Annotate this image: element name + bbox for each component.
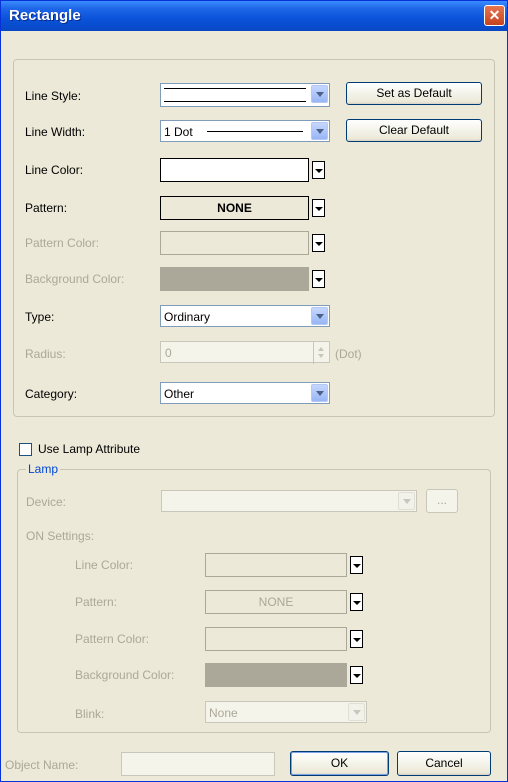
line-width-value: 1 Dot — [164, 125, 193, 139]
type-label: Type: — [25, 310, 55, 324]
chevron-down-icon[interactable] — [311, 85, 328, 103]
lamp-pattern-color-label: Pattern Color: — [75, 632, 150, 646]
chevron-down-icon[interactable] — [311, 122, 328, 140]
line-width-label: Line Width: — [25, 125, 86, 139]
chevron-down-icon[interactable] — [398, 492, 415, 510]
use-lamp-attribute-label[interactable]: Use Lamp Attribute — [38, 442, 140, 456]
lamp-legend: Lamp — [26, 462, 61, 476]
pattern-color-swatch[interactable] — [160, 231, 309, 255]
chevron-down-icon[interactable] — [311, 384, 328, 402]
chevron-down-icon[interactable] — [312, 234, 325, 252]
lamp-line-color-swatch[interactable] — [205, 553, 347, 577]
blink-value: None — [209, 706, 238, 720]
object-name-label: Object Name: — [5, 758, 79, 772]
line-width-preview — [207, 131, 303, 132]
radius-unit: (Dot) — [335, 347, 362, 361]
chevron-down-icon[interactable] — [350, 666, 363, 684]
pattern-color-label: Pattern Color: — [25, 236, 100, 250]
chevron-down-icon[interactable] — [312, 161, 325, 179]
lamp-pattern-swatch[interactable]: NONE — [205, 590, 347, 614]
spin-up-icon[interactable] — [318, 347, 324, 351]
on-settings-label: ON Settings: — [26, 529, 95, 543]
type-select[interactable]: Ordinary — [160, 305, 330, 327]
device-label: Device: — [26, 495, 67, 509]
line-color-label: Line Color: — [25, 163, 84, 177]
line-width-select[interactable]: 1 Dot — [160, 120, 330, 142]
pattern-swatch[interactable]: NONE — [160, 196, 309, 220]
ok-button[interactable]: OK — [290, 751, 389, 776]
lamp-background-color-swatch[interactable] — [205, 663, 347, 687]
line-style-preview — [164, 88, 306, 102]
line-color-swatch[interactable] — [160, 158, 309, 182]
radius-value: 0 — [165, 346, 172, 360]
blink-select[interactable]: None — [205, 701, 367, 723]
line-style-label: Line Style: — [25, 89, 82, 103]
chevron-down-icon[interactable] — [312, 199, 325, 217]
device-select[interactable] — [161, 490, 417, 512]
radius-spinner[interactable] — [313, 342, 329, 364]
category-select[interactable]: Other — [160, 382, 330, 404]
chevron-down-icon[interactable] — [311, 307, 328, 325]
set-as-default-button[interactable]: Set as Default — [346, 82, 482, 105]
dialog-title: Rectangle — [9, 7, 81, 24]
spin-down-icon[interactable] — [318, 354, 324, 358]
chevron-down-icon[interactable] — [348, 703, 365, 721]
lamp-pattern-color-swatch[interactable] — [205, 627, 347, 651]
use-lamp-attribute-checkbox[interactable] — [19, 443, 32, 456]
device-browse-button[interactable]: ... — [426, 489, 458, 513]
background-color-swatch[interactable] — [160, 267, 309, 291]
lamp-pattern-label: Pattern: — [75, 595, 118, 609]
chevron-down-icon[interactable] — [350, 593, 363, 611]
lamp-line-color-label: Line Color: — [75, 558, 134, 572]
type-value: Ordinary — [164, 310, 211, 324]
rectangle-dialog: Rectangle ✕ Line Style: Set as Default L… — [0, 0, 508, 782]
chevron-down-icon[interactable] — [350, 556, 363, 574]
lamp-background-color-label: Background Color: — [75, 668, 175, 682]
cancel-button[interactable]: Cancel — [397, 751, 491, 776]
chevron-down-icon[interactable] — [350, 630, 363, 648]
background-color-label: Background Color: — [25, 272, 125, 286]
pattern-label: Pattern: — [25, 201, 68, 215]
chevron-down-icon[interactable] — [312, 270, 325, 288]
object-name-input[interactable] — [121, 752, 275, 776]
category-label: Category: — [25, 387, 78, 401]
radius-input[interactable]: 0 — [160, 341, 330, 364]
radius-label: Radius: — [25, 347, 66, 361]
title-bar[interactable]: Rectangle ✕ — [1, 1, 507, 31]
category-value: Other — [164, 387, 195, 401]
blink-label: Blink: — [75, 707, 105, 721]
clear-default-button[interactable]: Clear Default — [346, 119, 482, 142]
close-icon[interactable]: ✕ — [484, 5, 505, 26]
line-style-select[interactable] — [160, 83, 330, 107]
